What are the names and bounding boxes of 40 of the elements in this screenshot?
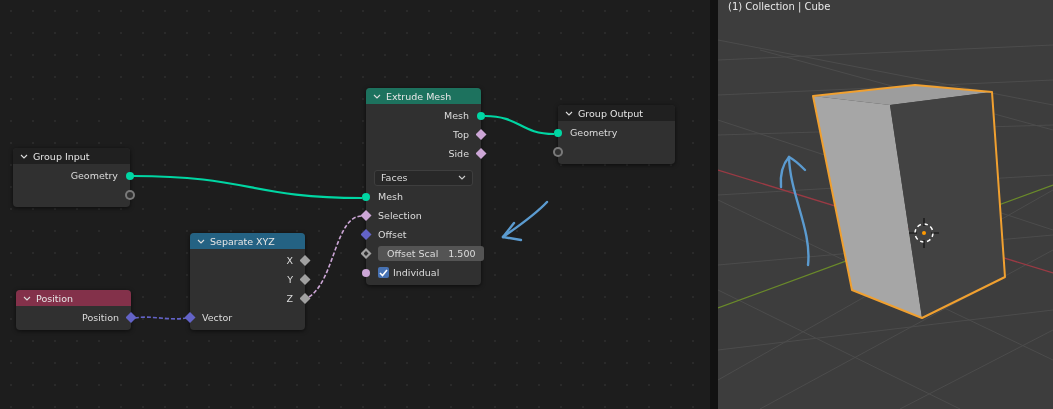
socket-label: Side xyxy=(448,148,469,159)
socket-label: Geometry xyxy=(570,127,618,138)
node-header[interactable]: Separate XYZ xyxy=(190,233,305,249)
node-header[interactable]: Position xyxy=(16,290,131,306)
socket-label: Z xyxy=(286,293,293,304)
node-title: Extrude Mesh xyxy=(386,90,452,102)
checkbox-label: Individual xyxy=(393,267,440,278)
node-title: Position xyxy=(36,292,73,304)
node-header[interactable]: Group Input xyxy=(13,148,130,164)
socket-label: X xyxy=(286,255,293,266)
socket-label: Offset xyxy=(378,229,407,240)
node-title: Group Output xyxy=(578,107,643,119)
socket-label: Mesh xyxy=(444,110,469,121)
node-card[interactable]: Extrude Mesh Mesh Top Side Faces Mesh Selection Offset Offset Scal 1.500 Individual xyxy=(366,88,481,285)
socket-label: Vector xyxy=(202,312,233,323)
node-card[interactable]: Position Position xyxy=(16,290,131,330)
chevron-icon[interactable] xyxy=(565,110,573,116)
checkbox[interactable] xyxy=(378,267,389,278)
node-card[interactable]: Group Output Geometry xyxy=(558,105,675,164)
socket-label: Geometry xyxy=(70,170,118,181)
node-header[interactable]: Extrude Mesh xyxy=(366,88,481,104)
node-header[interactable]: Group Output xyxy=(558,105,675,121)
mode-dropdown[interactable]: Faces xyxy=(374,169,473,186)
3d-viewport[interactable]: (1) Collection | Cube xyxy=(718,0,1053,409)
socket-label: Y xyxy=(287,274,293,285)
node-card[interactable]: Separate XYZ X Y Z Vector xyxy=(190,233,305,330)
chevron-icon[interactable] xyxy=(23,295,31,301)
value-field[interactable]: Offset Scal 1.500 xyxy=(378,246,485,261)
socket-label: Mesh xyxy=(378,191,403,202)
annotation-arrow-drawing xyxy=(501,200,549,242)
node-card[interactable]: Group Input Geometry xyxy=(13,148,130,207)
origin-cursor-icon xyxy=(908,217,940,249)
socket-label: Selection xyxy=(378,210,422,221)
caret-icon xyxy=(458,175,466,180)
chevron-icon[interactable] xyxy=(20,153,28,159)
viewport-header-text: (1) Collection | Cube xyxy=(728,1,831,12)
socket-label: Position xyxy=(82,312,119,323)
node-title: Separate XYZ xyxy=(210,235,275,247)
socket-label: Top xyxy=(452,129,469,140)
node-title: Group Input xyxy=(33,150,90,162)
